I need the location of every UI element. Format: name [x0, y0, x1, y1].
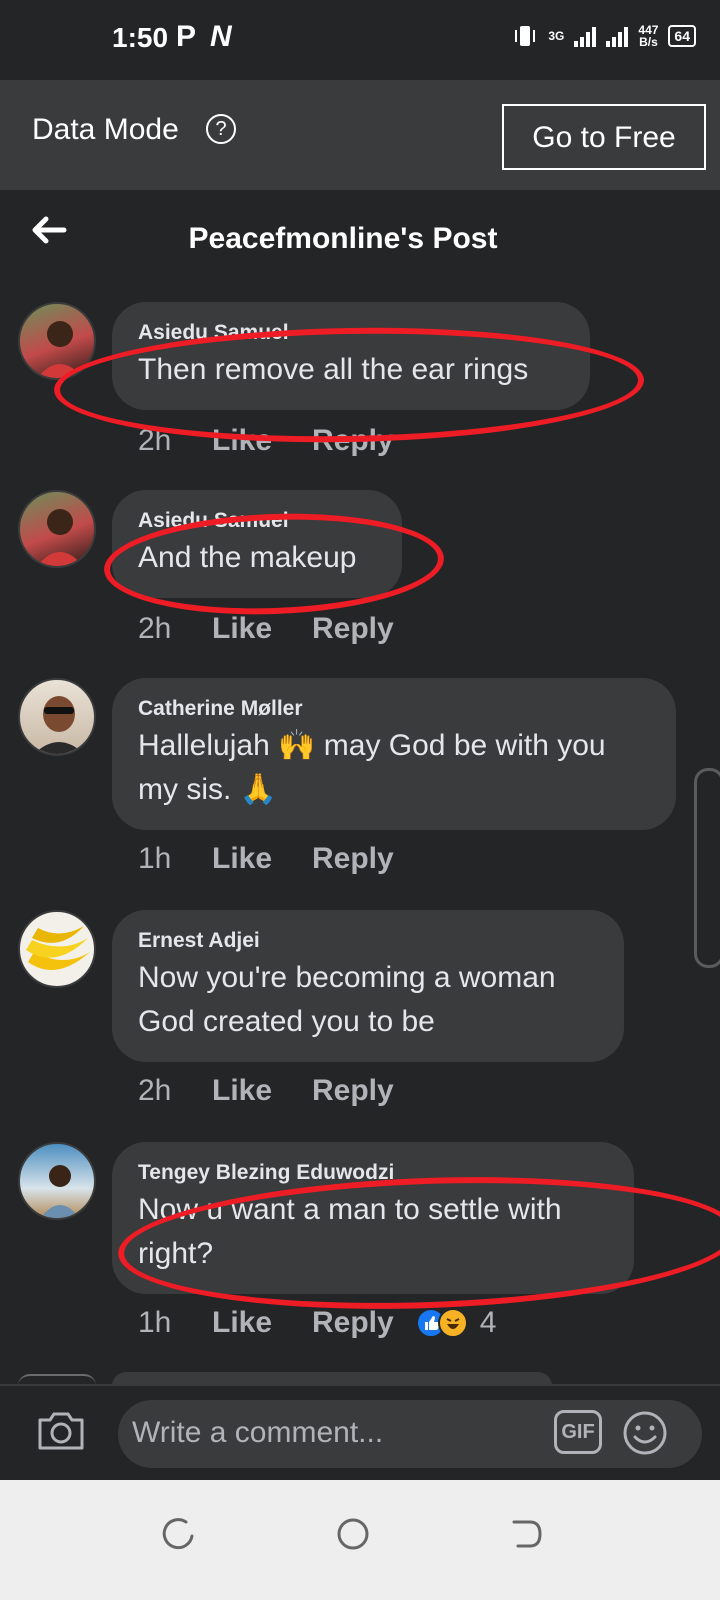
comment-text-line-2: my sis. 🙏: [138, 773, 278, 806]
comment-actions: 2h Like Reply: [138, 424, 394, 458]
go-to-free-button[interactable]: Go to Free: [502, 104, 706, 170]
question-circle-icon[interactable]: ?: [206, 114, 236, 144]
like-button[interactable]: Like: [212, 424, 312, 458]
bananas-avatar-icon: [26, 926, 90, 970]
network-speed-unit: B/s: [639, 35, 658, 49]
data-mode-bar: Data Mode ? Go to Free: [0, 80, 720, 190]
comment-text-line-1: Now you're becoming a woman: [138, 961, 556, 994]
comment-bubble[interactable]: Tengey Blezing Eduwodzi Now u want a man…: [112, 1142, 634, 1294]
page-title: Peacefmonline's Post: [188, 222, 498, 255]
comment-time[interactable]: 1h: [138, 842, 212, 876]
comment-actions: 2h Like Reply: [138, 1074, 394, 1108]
like-button[interactable]: Like: [212, 612, 312, 646]
comment-text: And the makeup: [138, 541, 357, 574]
comment-actions: 1h Like Reply 4: [138, 1306, 496, 1340]
scrollbar-handle[interactable]: [694, 768, 720, 968]
post-header: Peacefmonline's Post: [0, 190, 720, 290]
avatar-person-icon: [40, 1165, 80, 1218]
avatar-person-icon: [37, 321, 83, 378]
avatar-person-icon: [37, 509, 83, 566]
comment-text: Then remove all the ear rings: [138, 353, 529, 386]
notification-app-n-icon: N: [210, 20, 232, 53]
signal-strength-1-icon: [574, 25, 597, 47]
network-type: 3G: [548, 30, 564, 42]
reply-button[interactable]: Reply: [312, 424, 394, 458]
gif-button[interactable]: GIF: [554, 1410, 602, 1454]
back-nav-icon[interactable]: [506, 1514, 546, 1554]
avatar[interactable]: [18, 490, 96, 568]
reactions-summary[interactable]: 4: [415, 1306, 497, 1340]
comment-actions: 2h Like Reply: [138, 612, 394, 646]
notification-app-p-icon: P: [176, 20, 197, 53]
like-button[interactable]: Like: [212, 1306, 312, 1340]
comment-author[interactable]: Asiedu Samuel: [138, 508, 376, 534]
avatar[interactable]: [18, 910, 96, 988]
avatar[interactable]: [18, 1142, 96, 1220]
comment-actions: 1h Like Reply: [138, 842, 394, 876]
status-time: 1:50: [112, 22, 169, 53]
signal-strength-2-icon: [606, 25, 629, 47]
vibrate-icon: [515, 26, 536, 46]
avatar[interactable]: [18, 302, 96, 380]
recent-apps-icon[interactable]: [160, 1514, 200, 1554]
reply-button[interactable]: Reply: [312, 842, 394, 876]
comment-text-line-2: right?: [138, 1237, 214, 1270]
comment-bubble[interactable]: Asiedu Samuel And the makeup: [112, 490, 402, 598]
status-indicators: 3G 447 B/s 64: [512, 24, 696, 48]
network-speed: 447 B/s: [638, 24, 658, 48]
like-button[interactable]: Like: [212, 842, 312, 876]
comment-time[interactable]: 2h: [138, 612, 212, 646]
avatar-person-icon: [34, 696, 84, 754]
reply-button[interactable]: Reply: [312, 1074, 394, 1108]
system-nav-bar: [0, 1480, 720, 1600]
comment-time[interactable]: 2h: [138, 1074, 212, 1108]
haha-reaction-icon: [437, 1308, 468, 1338]
comment-text-line-1: Hallelujah 🙌 may God be with you: [138, 729, 606, 762]
home-icon[interactable]: [333, 1514, 373, 1554]
comment-input[interactable]: Write a comment... GIF: [118, 1400, 702, 1468]
comment-bubble[interactable]: Asiedu Samuel Then remove all the ear ri…: [112, 302, 590, 410]
reply-button[interactable]: Reply: [312, 1306, 394, 1340]
smiley-icon[interactable]: [622, 1410, 668, 1456]
comment-author[interactable]: Catherine Møller: [138, 696, 650, 722]
comment-composer: Write a comment... GIF: [0, 1384, 720, 1482]
like-button[interactable]: Like: [212, 1074, 312, 1108]
comment-author[interactable]: Tengey Blezing Eduwodzi: [138, 1160, 608, 1186]
reaction-count: 4: [479, 1306, 497, 1339]
comment-author[interactable]: Asiedu Samuel: [138, 320, 564, 346]
comment-author[interactable]: Ernest Adjei: [138, 928, 598, 954]
network-type-label: 3G: [548, 29, 565, 43]
camera-icon[interactable]: [36, 1408, 86, 1452]
comment-text-line-1: Now u want a man to settle with: [138, 1193, 562, 1226]
status-bar: 1:50 P N 3G 447 B/s 64: [0, 0, 720, 80]
comment-time[interactable]: 1h: [138, 1306, 212, 1340]
comment-text-line-2: God created you to be: [138, 1005, 435, 1038]
battery-indicator: 64: [668, 25, 696, 47]
comment-bubble[interactable]: Catherine Møller Hallelujah 🙌 may God be…: [112, 678, 676, 830]
reply-button[interactable]: Reply: [312, 612, 394, 646]
comment-bubble[interactable]: Ernest Adjei Now you're becoming a woman…: [112, 910, 624, 1062]
comment-input-placeholder: Write a comment...: [132, 1416, 384, 1449]
data-mode-label: Data Mode: [32, 113, 179, 146]
avatar[interactable]: [18, 678, 96, 756]
comment-time[interactable]: 2h: [138, 424, 212, 458]
